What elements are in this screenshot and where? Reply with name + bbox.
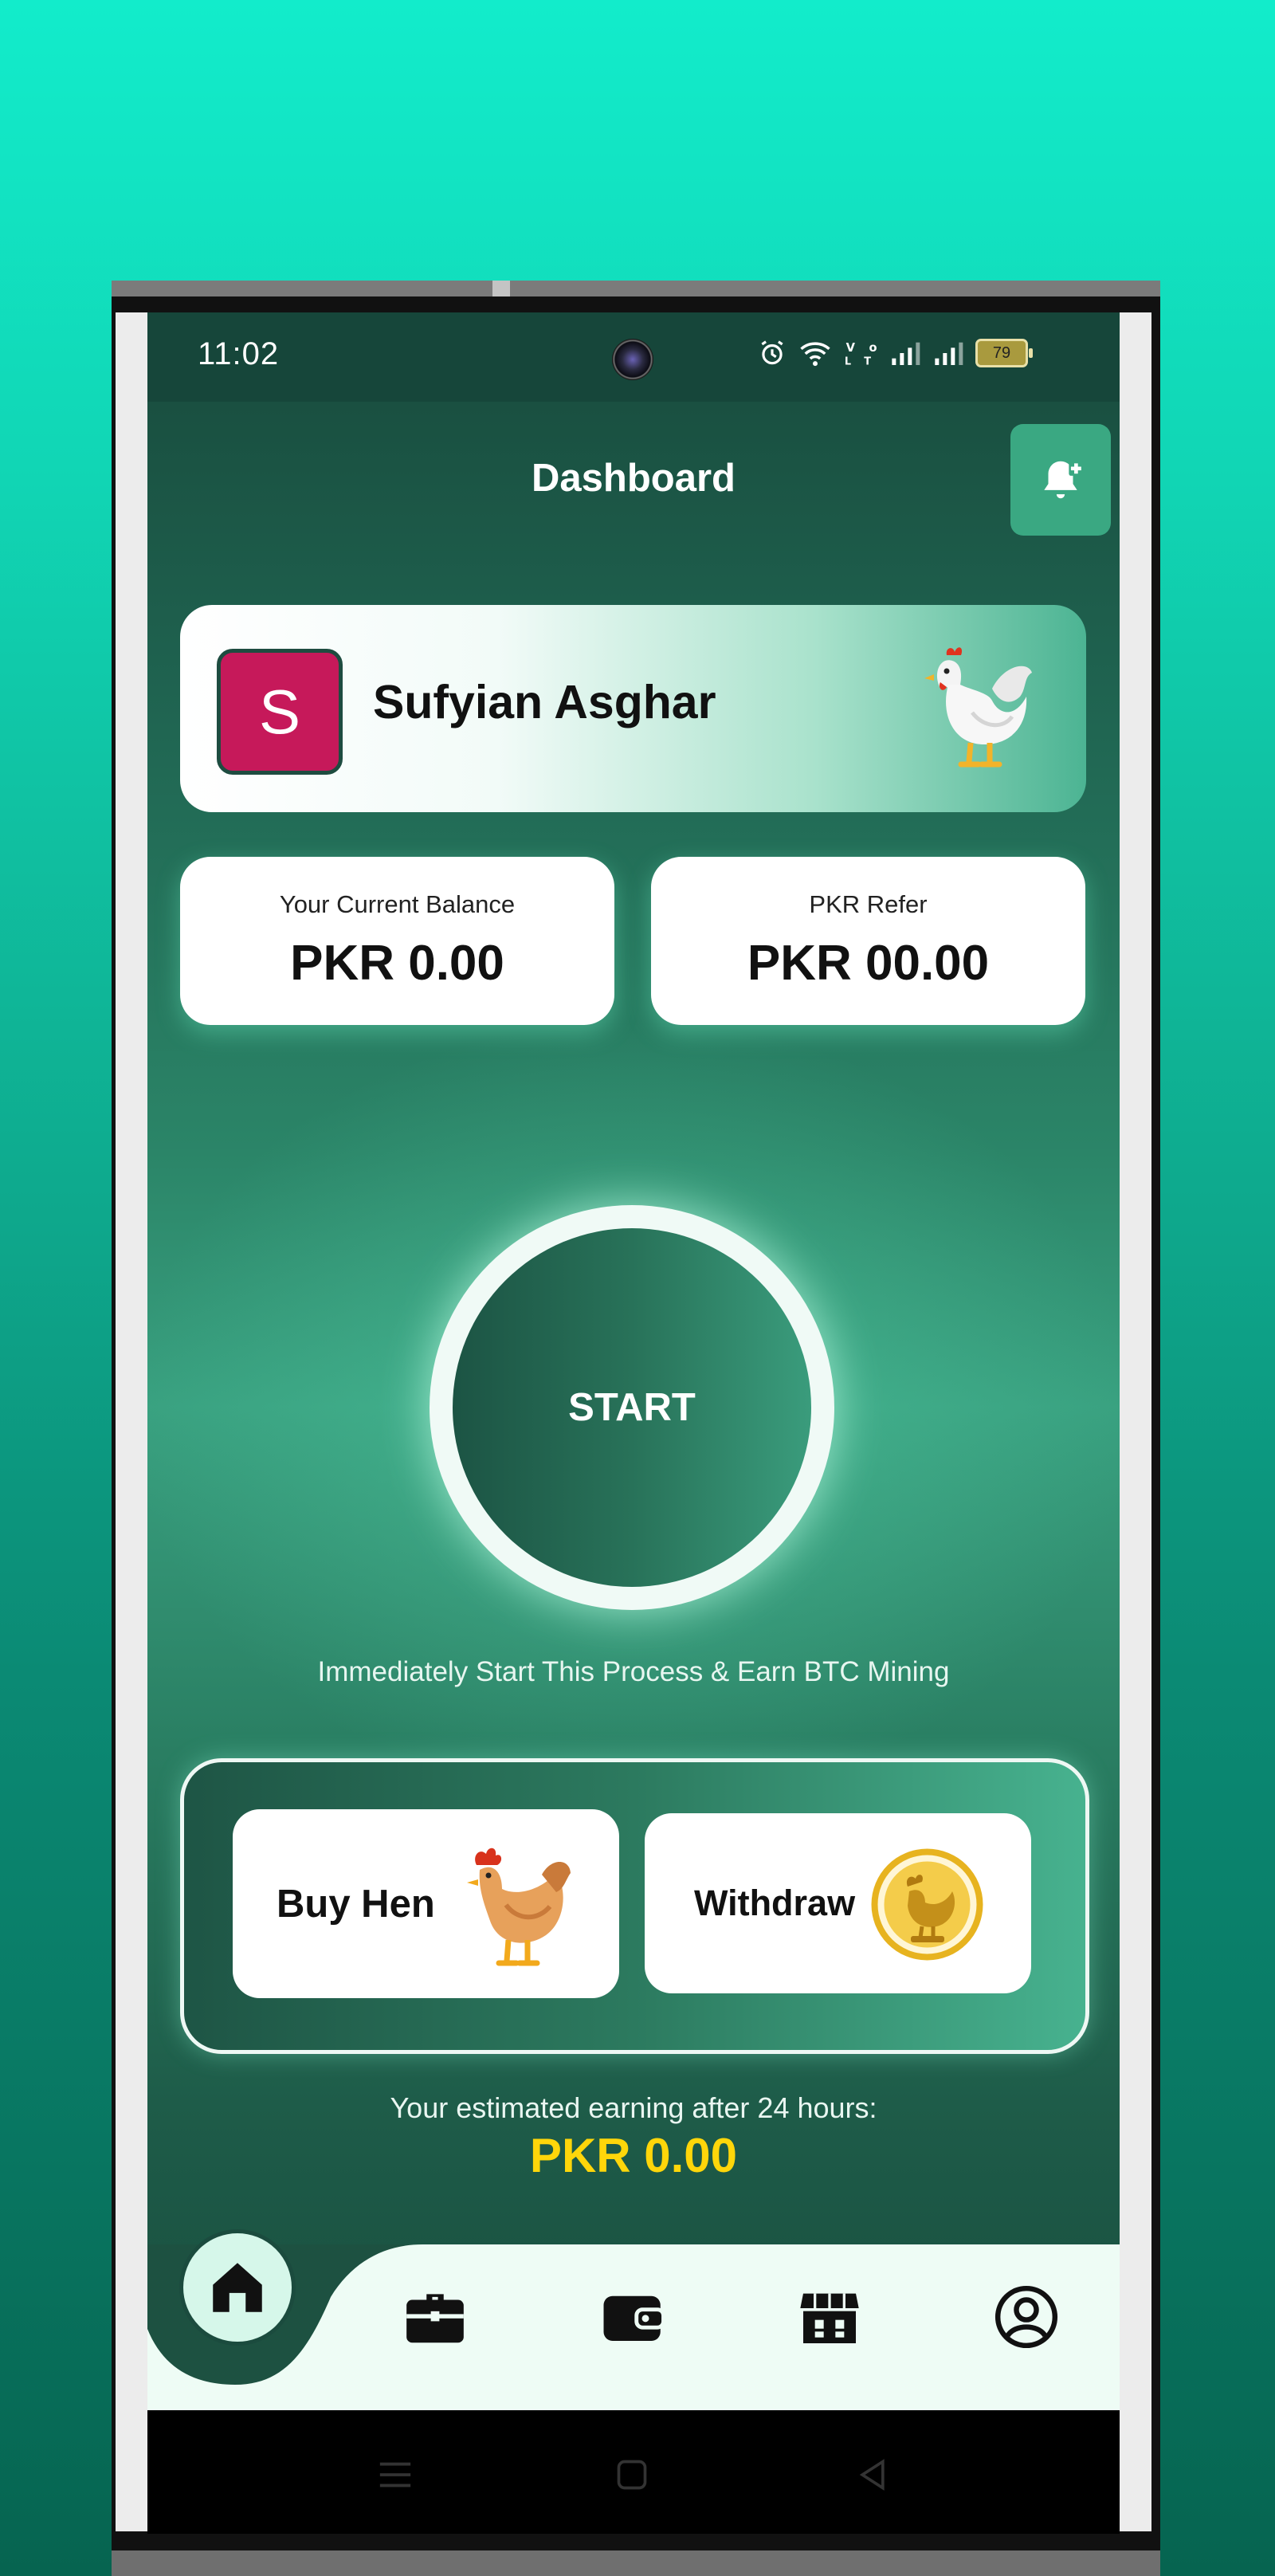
system-home-button[interactable]	[608, 2455, 656, 2495]
battery-icon: 79	[975, 339, 1033, 367]
system-back-button[interactable]	[849, 2455, 896, 2495]
signal-icon-1	[892, 342, 920, 365]
phone-top-edge	[112, 281, 1160, 296]
square-home-icon	[617, 2460, 647, 2490]
status-icons: VoLTE 79	[757, 338, 1033, 368]
refer-balance-card: PKR Refer PKR 00.00	[651, 857, 1085, 1025]
home-icon	[213, 2263, 262, 2312]
nav-profile[interactable]	[991, 2281, 1062, 2353]
briefcase-icon	[406, 2294, 464, 2343]
nav-wallet[interactable]	[598, 2281, 669, 2353]
white-hen-icon	[924, 647, 1032, 768]
app-screen: 11:02 VoLTE 79 Dashboard S Sufyian Asgha…	[147, 312, 1120, 2417]
start-button[interactable]: START	[453, 1228, 811, 1587]
system-recent-button[interactable]	[371, 2455, 419, 2495]
svg-text:Vo: Vo	[846, 341, 878, 355]
refer-balance-value: PKR 00.00	[747, 936, 990, 991]
alarm-icon	[761, 340, 783, 365]
page-title: Dashboard	[532, 457, 736, 500]
start-caption: Immediately Start This Process & Earn BT…	[317, 1656, 950, 1687]
refer-balance-label: PKR Refer	[809, 890, 928, 918]
wifi-icon	[800, 342, 830, 367]
camera-icon	[612, 339, 653, 380]
recent-apps-icon	[379, 2462, 411, 2488]
current-balance-card: Your Current Balance PKR 0.00	[180, 857, 614, 1025]
bell-plus-icon	[1044, 461, 1084, 499]
gold-coin-icon	[871, 1848, 983, 1961]
buy-hen-label: Buy Hen	[277, 1882, 435, 1926]
nav-home[interactable]	[179, 2229, 296, 2346]
signal-icon-2	[935, 342, 963, 365]
profile-icon	[994, 2285, 1058, 2349]
avatar: S	[217, 649, 343, 775]
brown-hen-icon	[467, 1848, 571, 1966]
volte-icon: VoLTE	[845, 341, 878, 368]
svg-text:LTE: LTE	[845, 356, 878, 368]
notification-button[interactable]	[1010, 424, 1111, 536]
estimated-earning-value: PKR 0.00	[529, 2129, 738, 2182]
nav-store[interactable]	[794, 2281, 865, 2353]
current-balance-value: PKR 0.00	[290, 936, 504, 991]
status-bar: 11:02 VoLTE 79	[147, 312, 1120, 402]
store-icon	[800, 2293, 859, 2343]
back-triangle-icon	[859, 2459, 885, 2491]
user-name: Sufyian Asghar	[373, 676, 716, 728]
withdraw-label: Withdraw	[694, 1883, 856, 1923]
estimated-earning-label: Your estimated earning after 24 hours:	[390, 2091, 877, 2124]
phone-bezel-left	[116, 312, 147, 2531]
wallet-icon	[603, 2295, 665, 2341]
phone-bottom-edge	[112, 2550, 1160, 2576]
nav-briefcase[interactable]	[399, 2281, 471, 2353]
status-time: 11:02	[198, 336, 280, 371]
current-balance-label: Your Current Balance	[279, 890, 516, 918]
phone-bezel-right	[1120, 312, 1151, 2531]
